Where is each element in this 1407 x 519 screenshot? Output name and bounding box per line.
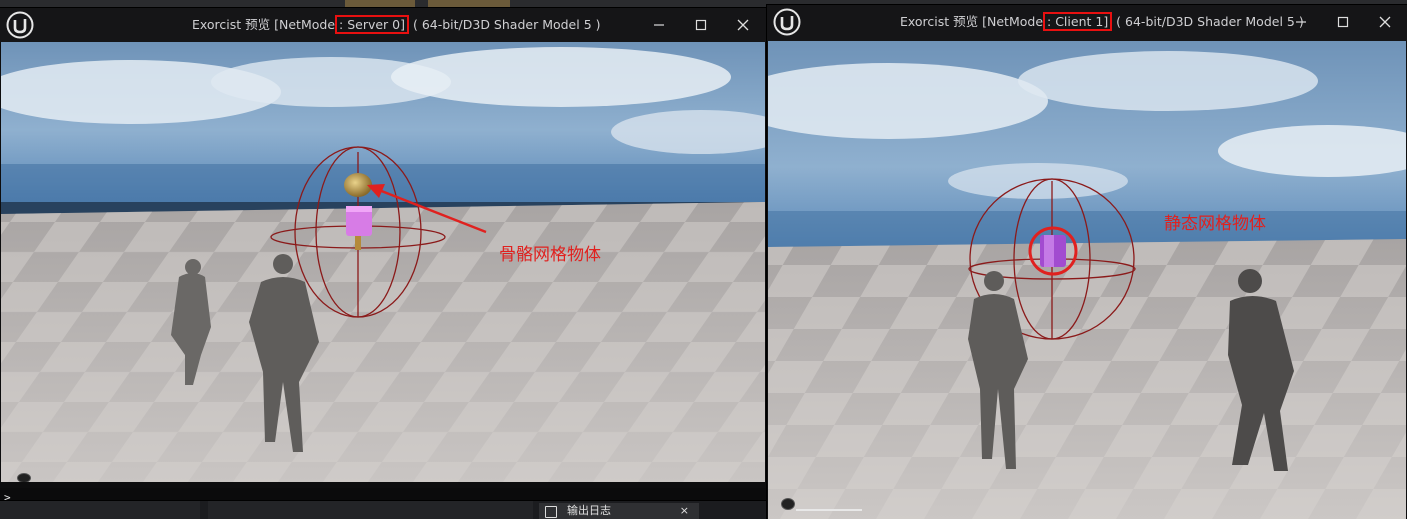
output-log-label: 输出日志 <box>567 504 611 517</box>
maximize-button[interactable] <box>680 8 722 42</box>
server-viewport[interactable]: 骨骼网格物体 <box>1 42 765 482</box>
skeletal-mesh-label: 骨骼网格物体 <box>499 245 601 265</box>
title-prefix: Exorcist 预览 [NetMode <box>192 17 336 32</box>
server-scene <box>1 42 765 482</box>
client-window-title: Exorcist 预览 [NetMode: Client 1] ( 64-bit… <box>900 5 1304 39</box>
static-mesh-object <box>1040 235 1066 267</box>
static-mesh-label: 静态网格物体 <box>1164 214 1266 234</box>
minimize-button[interactable] <box>638 8 680 42</box>
close-button[interactable] <box>722 8 764 42</box>
unreal-logo-icon <box>773 8 801 36</box>
maximize-button[interactable] <box>1322 5 1364 39</box>
health-bar <box>796 509 862 511</box>
minimize-icon <box>1296 21 1306 23</box>
title-suffix: ( 64-bit/D3D Shader Model 5 ) <box>1112 14 1304 29</box>
minimize-icon <box>654 24 664 26</box>
maximize-icon <box>695 19 707 31</box>
server-titlebar[interactable]: Exorcist 预览 [NetMode: Server 0] ( 64-bit… <box>0 8 766 42</box>
editor-bottom-panel <box>208 500 533 519</box>
output-log-icon <box>545 506 557 518</box>
title-suffix: ( 64-bit/D3D Shader Model 5 ) <box>409 17 601 32</box>
close-button[interactable] <box>1364 5 1406 39</box>
client-titlebar[interactable]: Exorcist 预览 [NetMode: Client 1] ( 64-bit… <box>767 5 1407 41</box>
netmode-highlight: : Server 0] <box>335 15 409 34</box>
client-scene <box>768 41 1406 519</box>
client-viewport[interactable]: 静态网格物体 <box>768 41 1406 519</box>
unreal-logo-icon <box>6 11 34 39</box>
editor-bottom-panel <box>0 500 200 519</box>
client-preview-window: Exorcist 预览 [NetMode: Client 1] ( 64-bit… <box>767 5 1407 519</box>
client-window-controls <box>1280 5 1406 39</box>
minimize-button[interactable] <box>1280 5 1322 39</box>
player-avatar-icon <box>781 498 795 510</box>
close-icon <box>737 19 749 31</box>
content-thumbnail <box>345 0 415 8</box>
tab-close-button[interactable]: × <box>680 503 689 519</box>
server-preview-window: Exorcist 预览 [NetMode: Server 0] ( 64-bit… <box>0 8 766 500</box>
netmode-highlight: : Client 1] <box>1043 12 1113 31</box>
console-input[interactable]: >_ <box>0 488 766 500</box>
content-thumbnail <box>428 0 510 8</box>
player-avatar-icon <box>17 473 31 482</box>
server-window-title: Exorcist 预览 [NetMode: Server 0] ( 64-bit… <box>192 8 601 42</box>
output-log-tab[interactable]: 输出日志 × <box>539 503 699 519</box>
server-window-controls <box>638 8 764 42</box>
maximize-icon <box>1337 16 1349 28</box>
title-prefix: Exorcist 预览 [NetMode <box>900 14 1044 29</box>
close-icon <box>1379 16 1391 28</box>
